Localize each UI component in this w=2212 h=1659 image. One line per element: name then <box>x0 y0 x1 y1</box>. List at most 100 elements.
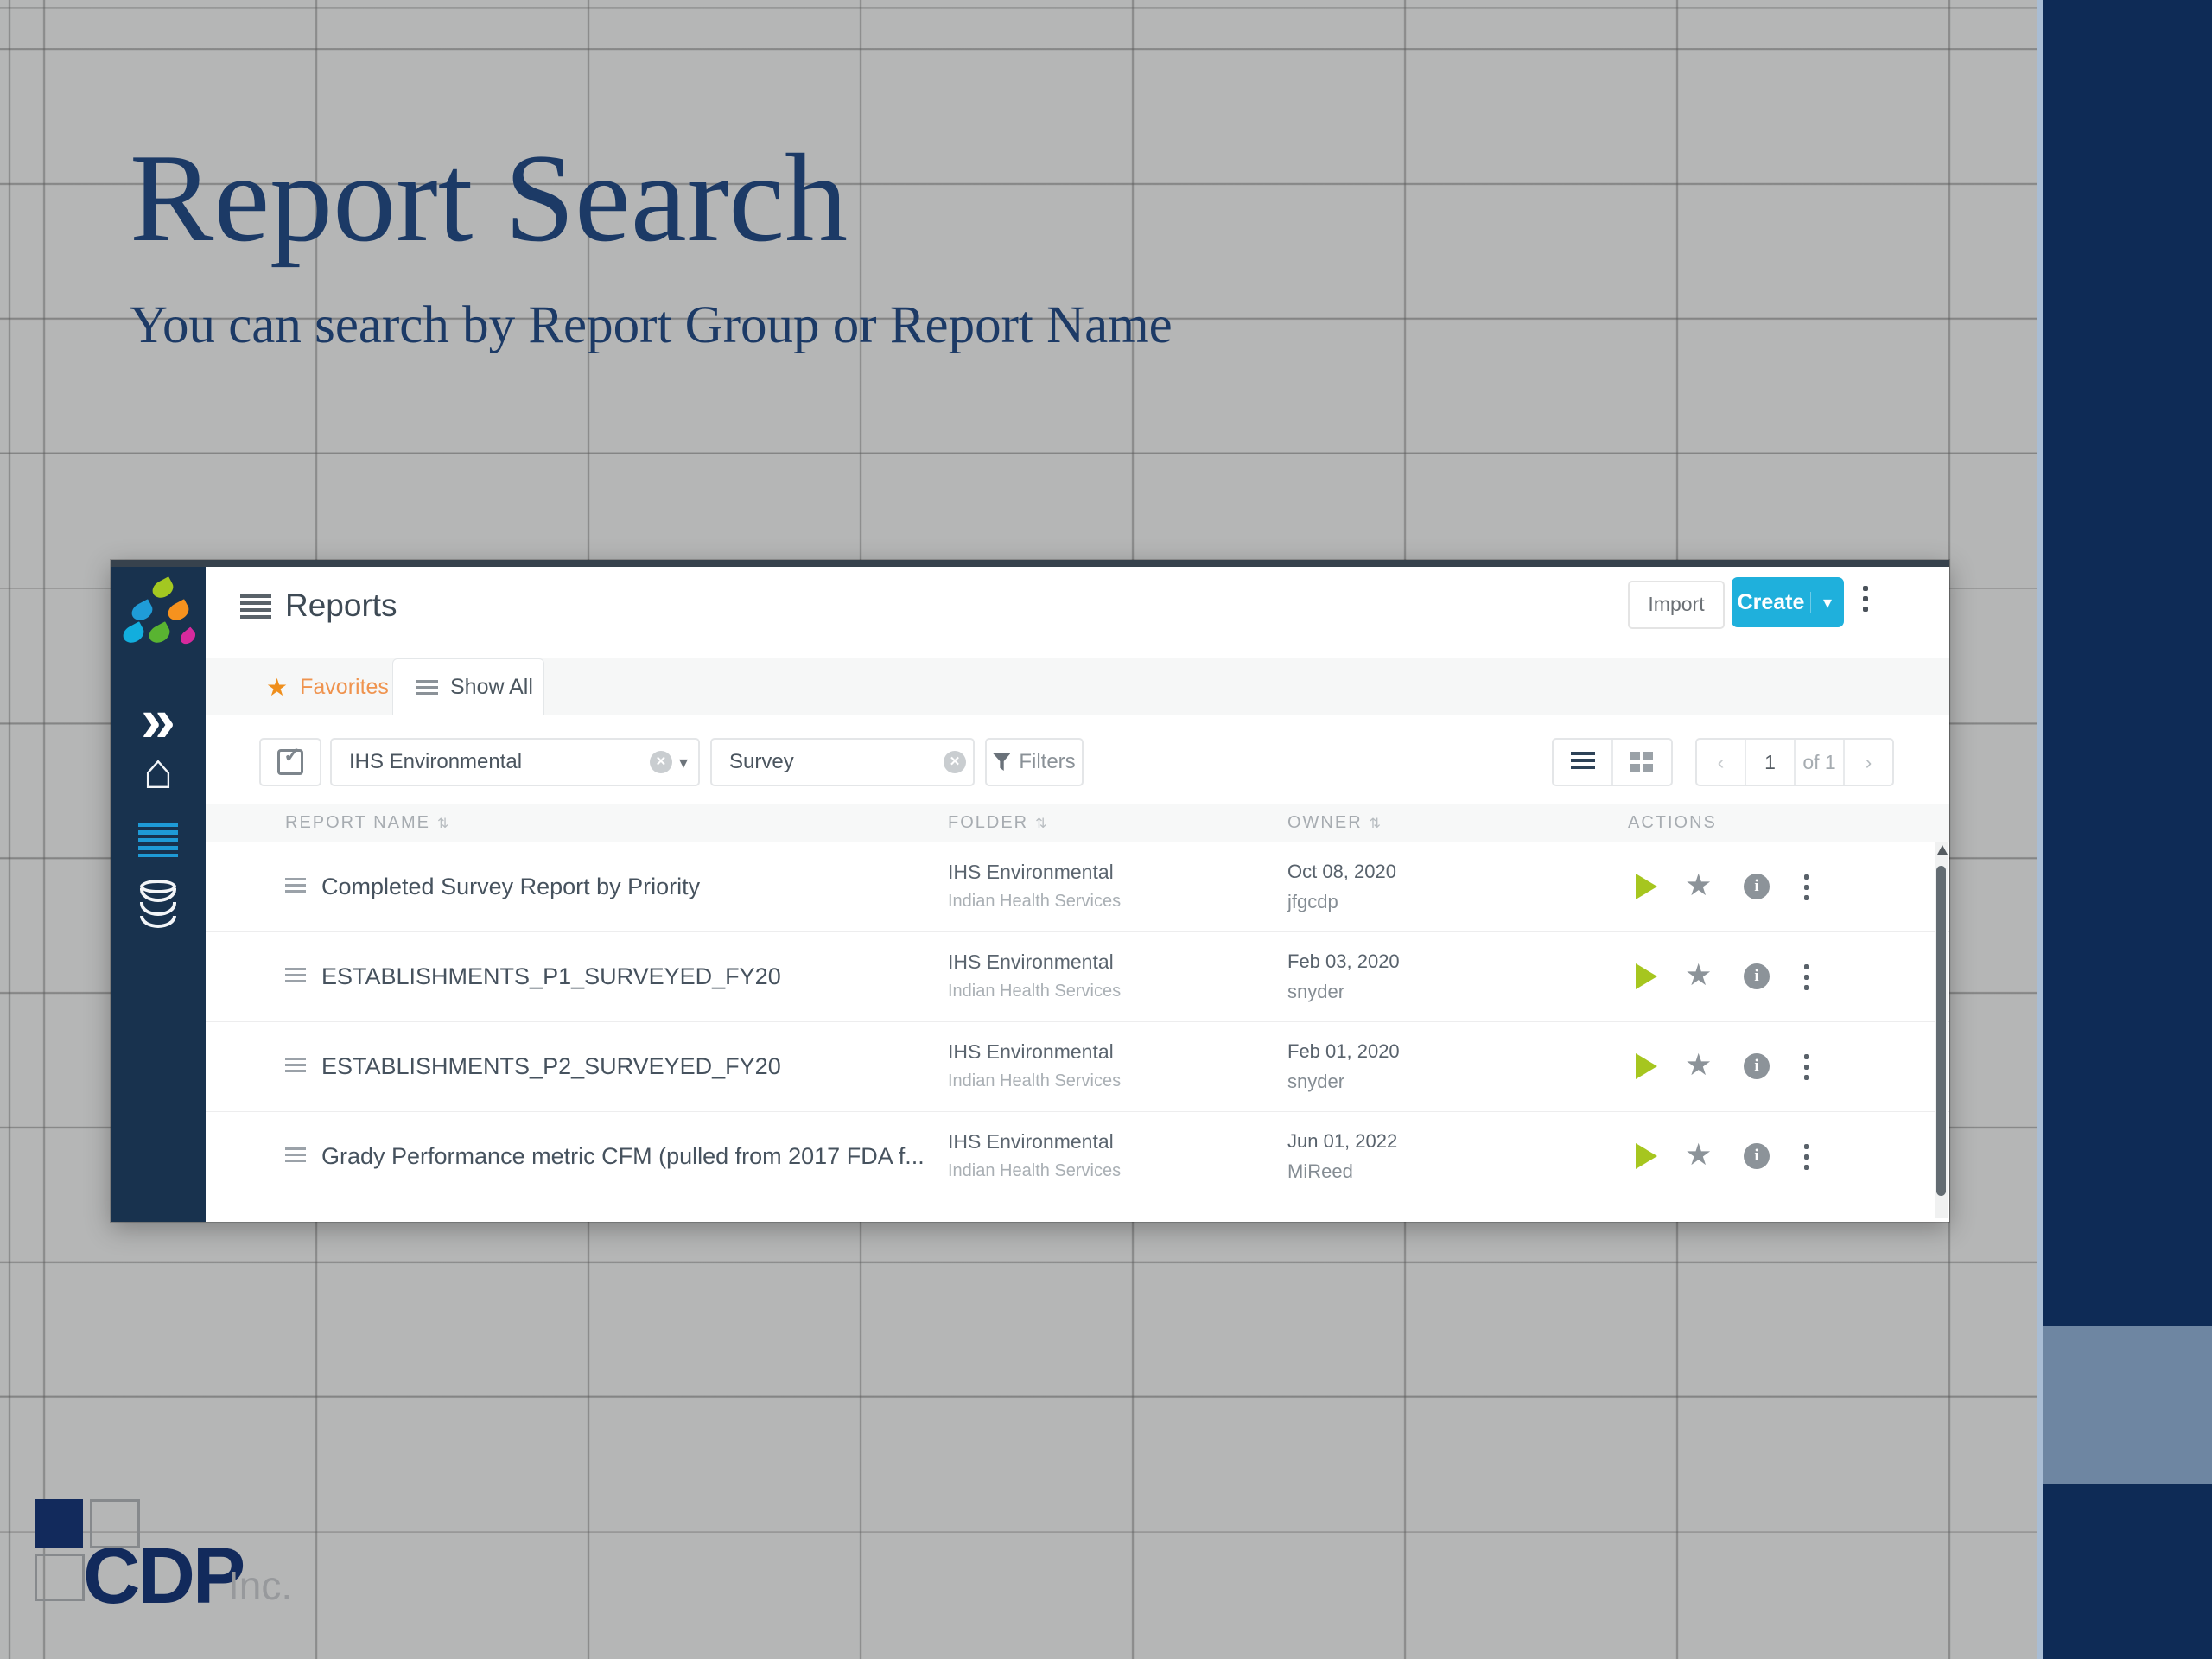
grid-view-toggle[interactable] <box>1611 740 1671 785</box>
tab-favorites-label: Favorites <box>300 675 389 700</box>
info-icon[interactable]: i <box>1744 1143 1770 1169</box>
info-icon[interactable]: i <box>1744 963 1770 989</box>
reports-app-window: » ⌂ Reports Import Create ▾ ★ Favorites … <box>111 560 1949 1222</box>
table-row[interactable]: ESTABLISHMENTS_P2_SURVEYED_FY20 IHS Envi… <box>206 1021 1949 1112</box>
report-icon <box>285 878 306 895</box>
logo-leaf-blue <box>129 599 156 624</box>
cdp-logo-outline-square-2 <box>35 1554 85 1601</box>
folder-cell: IHS EnvironmentalIndian Health Services <box>948 1040 1121 1091</box>
logo-leaf-green <box>146 621 173 646</box>
owner-cell: Jun 01, 2022MiReed <box>1287 1130 1397 1183</box>
logo-leaf-lime <box>149 576 176 601</box>
page-count-label: of 1 <box>1794 740 1843 785</box>
logo-leaf-orange <box>165 599 192 624</box>
row-kebab-menu-icon[interactable] <box>1804 1144 1809 1170</box>
report-group-input[interactable]: IHS Environmental ✕ ▾ <box>330 738 700 786</box>
group-caret-icon[interactable]: ▾ <box>679 752 688 773</box>
logo-leaf-magenta <box>178 627 199 647</box>
row-kebab-menu-icon[interactable] <box>1804 964 1809 990</box>
favorites-star-icon: ★ <box>266 673 288 702</box>
column-folder[interactable]: FOLDER⇅ <box>948 813 1049 833</box>
list-view-toggle[interactable] <box>1554 740 1611 785</box>
run-report-icon[interactable] <box>1636 1143 1657 1169</box>
column-owner[interactable]: OWNER⇅ <box>1287 813 1382 833</box>
sort-icon[interactable]: ⇅ <box>1035 817 1048 831</box>
sort-icon[interactable]: ⇅ <box>1370 817 1382 831</box>
clear-group-icon[interactable]: ✕ <box>650 751 672 773</box>
slide: Report Search You can search by Report G… <box>0 0 2212 1659</box>
report-name-input[interactable]: Survey ✕ <box>710 738 975 786</box>
scrollbar-up-arrow-icon[interactable] <box>1937 845 1948 855</box>
reports-nav-icon[interactable] <box>138 823 178 857</box>
column-actions: ACTIONS <box>1628 813 1717 833</box>
slide-subtitle: You can search by Report Group or Report… <box>130 294 1173 357</box>
page-title: Reports <box>285 588 397 624</box>
app-logo-icon[interactable] <box>126 579 195 648</box>
scrollbar-thumb[interactable] <box>1936 866 1946 1196</box>
run-report-icon[interactable] <box>1636 1053 1657 1079</box>
favorite-star-icon[interactable]: ★ <box>1685 1140 1712 1170</box>
filters-button[interactable]: Filters <box>985 738 1084 786</box>
list-view-icon <box>1571 752 1595 772</box>
right-lightblue-band <box>2043 1326 2212 1484</box>
logo-leaf-teal <box>120 621 147 646</box>
pagination: ‹ 1 of 1 › <box>1695 738 1894 786</box>
report-name-value: Survey <box>712 750 944 774</box>
import-button[interactable]: Import <box>1628 581 1725 629</box>
report-group-value: IHS Environmental <box>332 750 650 774</box>
table-row[interactable]: Completed Survey Report by Priority IHS … <box>206 842 1949 932</box>
clear-name-icon[interactable]: ✕ <box>944 751 966 773</box>
slide-title: Report Search <box>130 123 848 274</box>
home-icon[interactable]: ⌂ <box>111 747 206 797</box>
report-name[interactable]: Completed Survey Report by Priority <box>321 874 700 900</box>
app-sidebar: » ⌂ <box>111 567 206 1222</box>
row-kebab-menu-icon[interactable] <box>1804 874 1809 900</box>
cdp-logo-filled-square <box>35 1499 83 1548</box>
folder-cell: IHS EnvironmentalIndian Health Services <box>948 1130 1121 1181</box>
prev-page-button[interactable]: ‹ <box>1697 740 1745 785</box>
select-reports-button[interactable] <box>259 738 321 786</box>
favorite-star-icon[interactable]: ★ <box>1685 1050 1712 1080</box>
report-icon <box>285 1058 306 1075</box>
report-name[interactable]: ESTABLISHMENTS_P1_SURVEYED_FY20 <box>321 963 781 990</box>
favorite-star-icon[interactable]: ★ <box>1685 960 1712 990</box>
window-top-strip <box>111 560 1949 567</box>
owner-cell: Oct 08, 2020jfgcdp <box>1287 861 1396 913</box>
filter-funnel-icon <box>993 753 1010 771</box>
tab-favorites[interactable]: ★ Favorites <box>256 658 404 715</box>
run-report-icon[interactable] <box>1636 963 1657 989</box>
create-button-label: Create <box>1732 590 1810 615</box>
favorite-star-icon[interactable]: ★ <box>1685 870 1712 900</box>
table-header: REPORT NAME⇅ FOLDER⇅ OWNER⇅ ACTIONS <box>206 804 1949 842</box>
current-page[interactable]: 1 <box>1745 740 1794 785</box>
info-icon[interactable]: i <box>1744 874 1770 899</box>
create-button[interactable]: Create ▾ <box>1732 577 1844 627</box>
next-page-button[interactable]: › <box>1843 740 1892 785</box>
report-icon <box>285 968 306 985</box>
report-name[interactable]: Grady Performance metric CFM (pulled fro… <box>321 1143 925 1170</box>
table-row[interactable]: ESTABLISHMENTS_P1_SURVEYED_FY20 IHS Envi… <box>206 931 1949 1022</box>
reports-title-icon <box>240 594 271 619</box>
tab-show-all[interactable]: Show All <box>392 658 544 715</box>
owner-cell: Feb 01, 2020snyder <box>1287 1040 1400 1093</box>
cdp-logo-suffix: Inc. <box>228 1566 292 1605</box>
run-report-icon[interactable] <box>1636 874 1657 899</box>
checkbox-icon <box>277 749 303 775</box>
table-row[interactable]: Grady Performance metric CFM (pulled fro… <box>206 1111 1949 1201</box>
sort-icon[interactable]: ⇅ <box>437 817 450 831</box>
report-name[interactable]: ESTABLISHMENTS_P2_SURVEYED_FY20 <box>321 1053 781 1080</box>
cdp-logo-text: CDP <box>83 1536 243 1616</box>
folder-cell: IHS EnvironmentalIndian Health Services <box>948 950 1121 1001</box>
column-report-name[interactable]: REPORT NAME⇅ <box>285 813 450 833</box>
database-icon[interactable] <box>140 880 176 926</box>
filters-label: Filters <box>1019 750 1075 774</box>
folder-cell: IHS EnvironmentalIndian Health Services <box>948 861 1121 912</box>
tab-show-all-label: Show All <box>450 675 533 700</box>
row-kebab-menu-icon[interactable] <box>1804 1054 1809 1080</box>
report-icon <box>285 1147 306 1165</box>
grid-view-icon <box>1630 752 1655 772</box>
create-dropdown-caret-icon[interactable]: ▾ <box>1810 592 1844 613</box>
header-kebab-menu-icon[interactable] <box>1863 586 1868 612</box>
owner-cell: Feb 03, 2020snyder <box>1287 950 1400 1003</box>
info-icon[interactable]: i <box>1744 1053 1770 1079</box>
